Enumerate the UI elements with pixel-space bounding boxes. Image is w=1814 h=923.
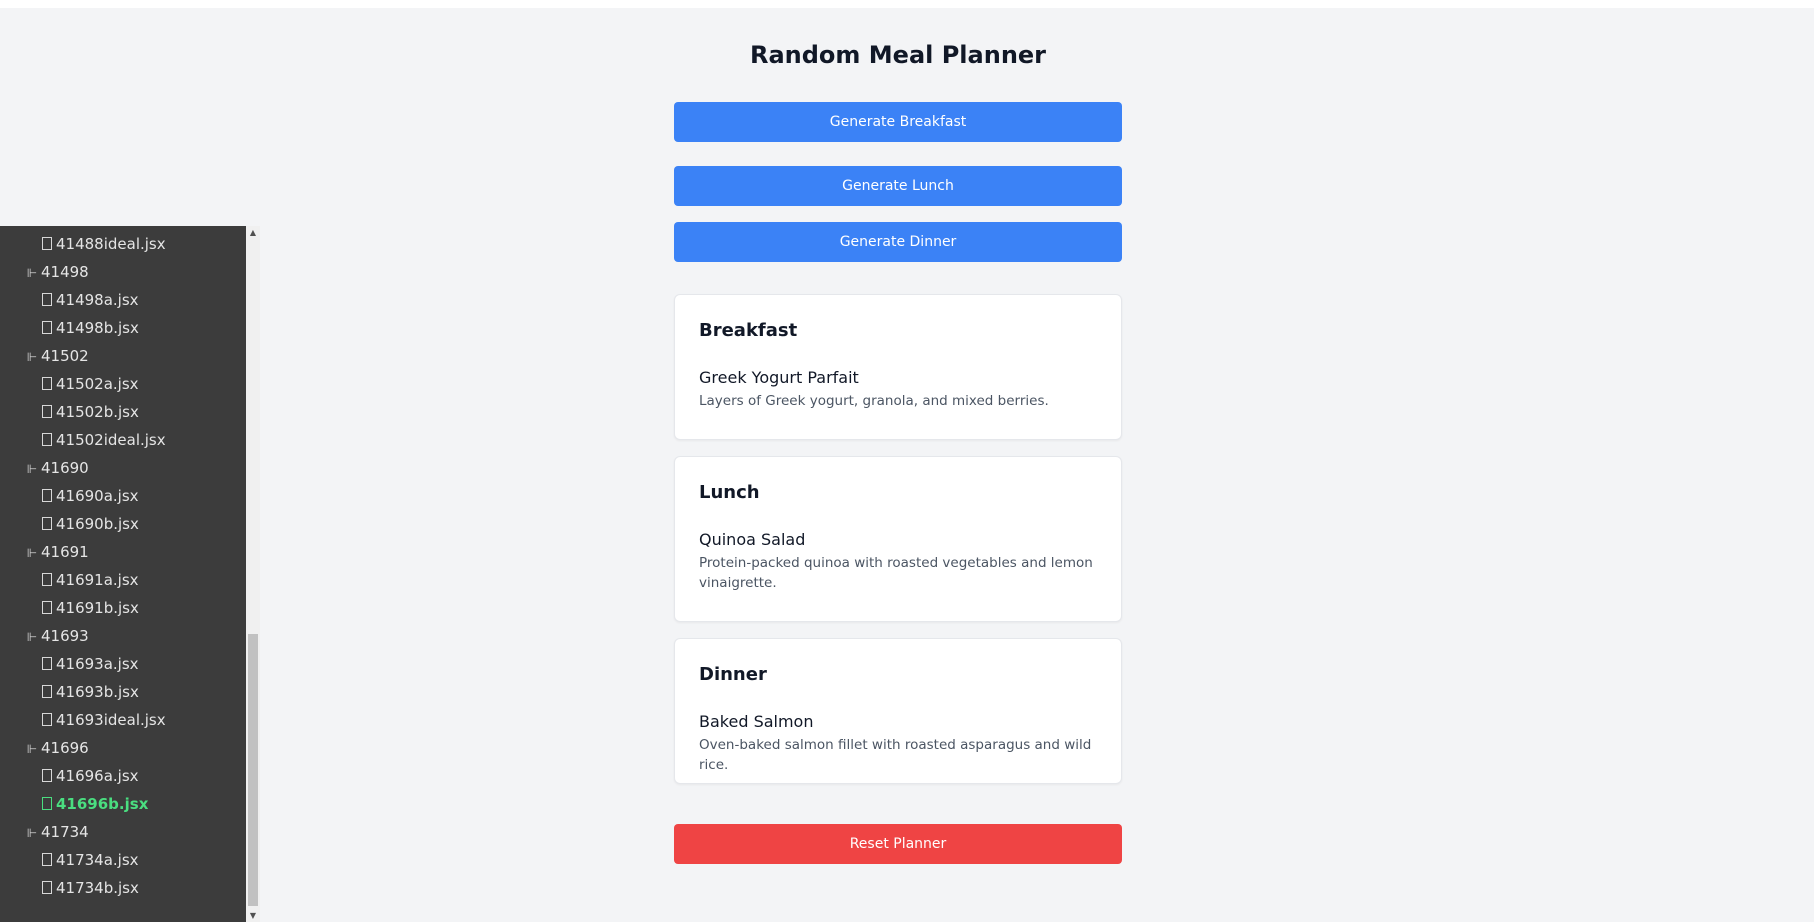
tree-icon: ⊩ <box>26 630 38 644</box>
tree-folder-item[interactable]: ⊩ 41691 <box>0 538 89 566</box>
dinner-meal-description: Oven-baked salmon fillet with roasted as… <box>699 737 1092 773</box>
file-icon <box>42 853 52 866</box>
tree-icon: ⊩ <box>26 742 38 756</box>
page-title: Random Meal Planner <box>749 41 1047 69</box>
file-icon <box>42 293 52 306</box>
tree-file-item[interactable]: 41498a.jsx <box>0 286 139 314</box>
file-icon <box>42 405 52 418</box>
file-icon <box>42 321 52 334</box>
tree-file-item[interactable]: 41690a.jsx <box>0 482 139 510</box>
breakfast-heading: Breakfast <box>699 320 798 341</box>
tree-file-item[interactable]: 41696a.jsx <box>0 762 139 790</box>
file-icon <box>42 517 52 530</box>
tree-file-item[interactable]: 41693ideal.jsx <box>0 706 166 734</box>
tree-folder-item[interactable]: ⊩ 41734 <box>0 818 89 846</box>
file-tree-scrollbar[interactable]: ▲ ▼ <box>246 226 260 923</box>
scrollbar-thumb[interactable] <box>248 634 258 906</box>
meal-planner-app: Random Meal Planner Generate Breakfast G… <box>674 8 1122 864</box>
file-icon <box>42 657 52 670</box>
file-icon <box>42 573 52 586</box>
tree-item-label: 41502 <box>41 347 89 365</box>
file-icon <box>42 713 52 726</box>
lunch-meal-description: Protein-packed quinoa with roasted veget… <box>699 555 1093 591</box>
file-icon <box>42 797 52 810</box>
tree-item-label: 41691a.jsx <box>56 571 139 589</box>
file-icon <box>42 769 52 782</box>
file-icon <box>42 377 52 390</box>
scroll-down-arrow-icon[interactable]: ▼ <box>246 909 260 923</box>
tree-item-label: 41488ideal.jsx <box>56 235 166 253</box>
tree-file-item[interactable]: 41502ideal.jsx <box>0 426 166 454</box>
tree-item-label: 41690b.jsx <box>56 515 139 533</box>
file-icon <box>42 237 52 250</box>
tree-file-item[interactable]: 41734b.jsx <box>0 874 139 902</box>
tree-item-label: 41696b.jsx <box>56 795 149 813</box>
tree-item-label: 41693a.jsx <box>56 655 139 673</box>
tree-item-label: 41734 <box>41 823 89 841</box>
tree-file-item[interactable]: 41498b.jsx <box>0 314 139 342</box>
tree-icon: ⊩ <box>26 462 38 476</box>
lunch-card: Lunch Quinoa Salad Protein-packed quinoa… <box>674 456 1122 622</box>
file-tree-panel: 41488ideal.jsx ⊩ 41498 41498a.jsx 41498b.jsx… <box>0 226 260 923</box>
tree-item-label: 41696a.jsx <box>56 767 139 785</box>
tree-item-label: 41693b.jsx <box>56 683 139 701</box>
tree-folder-item[interactable]: ⊩ 41696 <box>0 734 89 762</box>
tree-item-label: 41502a.jsx <box>56 375 139 393</box>
tree-folder-item[interactable]: ⊩ 41693 <box>0 622 89 650</box>
tree-icon: ⊩ <box>26 546 38 560</box>
dinner-meal-name: Baked Salmon <box>699 712 814 731</box>
tree-item-label: 41691b.jsx <box>56 599 139 617</box>
tree-item-label: 41693ideal.jsx <box>56 711 166 729</box>
tree-icon: ⊩ <box>26 350 38 364</box>
tree-file-item[interactable]: 41690b.jsx <box>0 510 139 538</box>
tree-item-label: 41498b.jsx <box>56 319 139 337</box>
tree-icon: ⊩ <box>26 826 38 840</box>
tree-folder-item[interactable]: ⊩ 41690 <box>0 454 89 482</box>
tree-item-label: 41690 <box>41 459 89 477</box>
tree-item-label: 41690a.jsx <box>56 487 139 505</box>
breakfast-meal-name: Greek Yogurt Parfait <box>699 368 859 387</box>
generate-lunch-button[interactable]: Generate Lunch <box>674 166 1122 206</box>
tree-folder-item[interactable]: ⊩ 41498 <box>0 258 89 286</box>
file-icon <box>42 685 52 698</box>
dinner-heading: Dinner <box>699 664 767 685</box>
file-icon <box>42 881 52 894</box>
tree-file-item[interactable]: 41488ideal.jsx <box>0 230 166 258</box>
tree-file-item[interactable]: 41691a.jsx <box>0 566 139 594</box>
lunch-heading: Lunch <box>699 482 760 503</box>
tree-folder-item[interactable]: ⊩ 41502 <box>0 342 89 370</box>
tree-item-label: 41498 <box>41 263 89 281</box>
browser-top-strip <box>0 0 1814 8</box>
tree-item-label: 41691 <box>41 543 89 561</box>
tree-file-item[interactable]: 41691b.jsx <box>0 594 139 622</box>
tree-file-item[interactable]: 41502a.jsx <box>0 370 139 398</box>
breakfast-card: Breakfast Greek Yogurt Parfait Layers of… <box>674 294 1122 440</box>
tree-file-item[interactable]: 41693b.jsx <box>0 678 139 706</box>
tree-file-item[interactable]: 41693a.jsx <box>0 650 139 678</box>
file-icon <box>42 433 52 446</box>
generate-breakfast-button[interactable]: Generate Breakfast <box>674 102 1122 142</box>
reset-planner-button[interactable]: Reset Planner <box>674 824 1122 864</box>
tree-item-label: 41734b.jsx <box>56 879 139 897</box>
breakfast-meal-description: Layers of Greek yogurt, granola, and mix… <box>699 393 1049 409</box>
tree-file-item[interactable]: 41734a.jsx <box>0 846 139 874</box>
tree-item-label: 41734a.jsx <box>56 851 139 869</box>
tree-item-label: 41498a.jsx <box>56 291 139 309</box>
lunch-meal-name: Quinoa Salad <box>699 530 806 549</box>
tree-file-item[interactable]: 41502b.jsx <box>0 398 139 426</box>
dinner-card: Dinner Baked Salmon Oven-baked salmon fi… <box>674 638 1122 784</box>
tree-item-label: 41502ideal.jsx <box>56 431 166 449</box>
tree-icon: ⊩ <box>26 266 38 280</box>
tree-item-label: 41696 <box>41 739 89 757</box>
file-tree-list: 41488ideal.jsx ⊩ 41498 41498a.jsx 41498b.jsx… <box>0 226 246 923</box>
tree-item-label: 41693 <box>41 627 89 645</box>
tree-item-label: 41502b.jsx <box>56 403 139 421</box>
file-icon <box>42 601 52 614</box>
file-icon <box>42 489 52 502</box>
tree-file-item[interactable]: 41696b.jsx <box>0 790 148 818</box>
generate-dinner-button[interactable]: Generate Dinner <box>674 222 1122 262</box>
scroll-up-arrow-icon[interactable]: ▲ <box>246 226 260 240</box>
